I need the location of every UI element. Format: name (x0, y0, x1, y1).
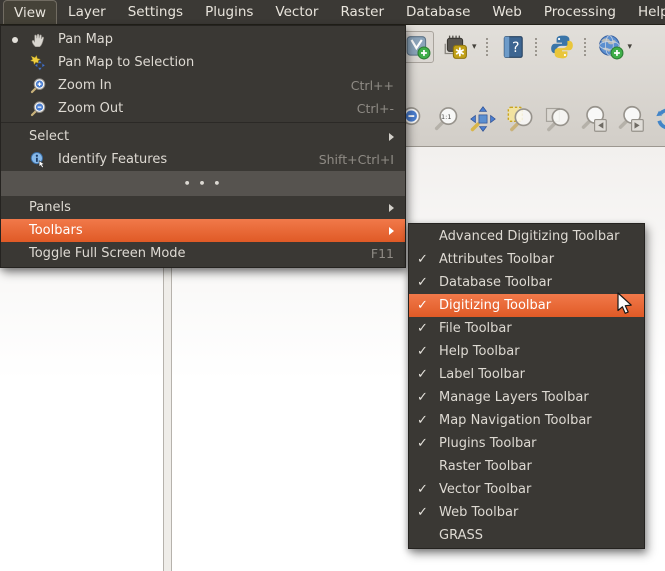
menu-item-pan-map[interactable]: Pan Map (1, 28, 405, 51)
zoom-actual-size-button[interactable]: 1:1 (432, 105, 460, 133)
check-icon: ✓ (417, 505, 439, 520)
submenu-item-file-toolbar[interactable]: ✓ File Toolbar (409, 317, 644, 340)
menubar: View Layer Settings Plugins Vector Raste… (0, 0, 665, 25)
toolbar-separator (584, 38, 589, 56)
menu-scroll-indicator: • • • (1, 171, 405, 196)
toolbar-row-plugins-web: ▾ (402, 30, 665, 64)
qgis-window: ▾ (0, 0, 665, 571)
submenu-item-advanced-digitizing-toolbar[interactable]: Advanced Digitizing Toolbar (409, 225, 644, 248)
zoom-full-extent-button[interactable] (469, 105, 497, 133)
shortcut-label: Shift+Ctrl+I (319, 152, 394, 167)
check-icon: ✓ (417, 367, 439, 382)
menubar-item-web[interactable]: Web (481, 0, 532, 24)
menubar-item-view[interactable]: View (3, 0, 57, 24)
toolbar-separator (486, 38, 491, 56)
check-icon: ✓ (417, 344, 439, 359)
check-icon: ✓ (417, 436, 439, 451)
submenu-item-plugins-toolbar[interactable]: ✓ Plugins Toolbar (409, 432, 644, 455)
check-icon: ✓ (417, 275, 439, 290)
menubar-item-layer[interactable]: Layer (57, 0, 117, 24)
submenu-item-web-toolbar[interactable]: ✓ Web Toolbar (409, 501, 644, 524)
menu-item-pan-map-to-selection[interactable]: Pan Map to Selection (1, 51, 405, 74)
check-icon: ✓ (417, 413, 439, 428)
menubar-item-help[interactable]: Help (627, 0, 665, 24)
view-menu: Pan Map Pan Map to Selection Zoom In Ctr… (0, 25, 406, 268)
new-shapefile-layer-button[interactable] (402, 31, 434, 63)
menubar-item-settings[interactable]: Settings (117, 0, 194, 24)
submenu-item-manage-layers-toolbar[interactable]: ✓ Manage Layers Toolbar (409, 386, 644, 409)
python-console-button[interactable] (549, 34, 575, 60)
processing-toolbox-button[interactable]: ▾ (442, 34, 477, 60)
submenu-item-help-toolbar[interactable]: ✓ Help Toolbar (409, 340, 644, 363)
zoom-to-selection-button[interactable] (506, 105, 534, 133)
check-icon: ✓ (417, 482, 439, 497)
toolbars-submenu: Advanced Digitizing Toolbar ✓ Attributes… (408, 223, 645, 549)
toolbar-row-map-navigation: 1:1 (395, 102, 665, 136)
zoom-ratio-badge: 1:1 (441, 113, 451, 121)
help-contents-button[interactable] (500, 34, 526, 60)
menubar-item-processing[interactable]: Processing (533, 0, 627, 24)
menubar-item-database[interactable]: Database (395, 0, 481, 24)
submenu-item-map-navigation-toolbar[interactable]: ✓ Map Navigation Toolbar (409, 409, 644, 432)
check-icon: ✓ (417, 390, 439, 405)
menu-item-toggle-full-screen-mode[interactable]: Toggle Full Screen Mode F11 (1, 242, 405, 265)
submenu-item-attributes-toolbar[interactable]: ✓ Attributes Toolbar (409, 248, 644, 271)
zoom-last-button[interactable] (580, 105, 608, 133)
submenu-item-database-toolbar[interactable]: ✓ Database Toolbar (409, 271, 644, 294)
add-delimited-text-layer-button[interactable]: CSV (640, 34, 665, 60)
radio-indicator-icon (12, 37, 18, 43)
menubar-item-plugins[interactable]: Plugins (194, 0, 264, 24)
submenu-item-label-toolbar[interactable]: ✓ Label Toolbar (409, 363, 644, 386)
toolbar-separator (535, 38, 540, 56)
menu-item-identify-features[interactable]: Identify Features Shift+Ctrl+I (1, 148, 405, 171)
submenu-item-grass[interactable]: GRASS (409, 524, 644, 547)
zoom-to-layer-button[interactable] (543, 105, 571, 133)
menu-item-select[interactable]: Select (1, 125, 405, 148)
shortcut-label: F11 (371, 246, 394, 261)
check-icon: ✓ (417, 298, 439, 313)
shortcut-label: Ctrl++ (351, 78, 394, 93)
check-icon: ✓ (417, 321, 439, 336)
mouse-cursor-icon (613, 292, 635, 316)
chevron-down-icon[interactable]: ▾ (472, 42, 477, 52)
menu-item-zoom-in[interactable]: Zoom In Ctrl++ (1, 74, 405, 97)
check-icon: ✓ (417, 252, 439, 267)
submenu-item-vector-toolbar[interactable]: ✓ Vector Toolbar (409, 478, 644, 501)
menu-item-zoom-out[interactable]: Zoom Out Ctrl+- (1, 97, 405, 120)
refresh-map-button[interactable] (654, 105, 665, 133)
zoom-next-button[interactable] (617, 105, 645, 133)
menubar-item-vector[interactable]: Vector (264, 0, 329, 24)
submenu-item-digitizing-toolbar[interactable]: ✓ Digitizing Toolbar (409, 294, 644, 317)
menubar-item-raster[interactable]: Raster (329, 0, 395, 24)
shortcut-label: Ctrl+- (357, 101, 394, 116)
menu-item-panels[interactable]: Panels (1, 196, 405, 219)
add-wms-layer-button[interactable]: ▾ (598, 34, 633, 60)
menu-item-toolbars[interactable]: Toolbars (1, 219, 405, 242)
submenu-item-raster-toolbar[interactable]: Raster Toolbar (409, 455, 644, 478)
chevron-down-icon[interactable]: ▾ (628, 42, 633, 52)
